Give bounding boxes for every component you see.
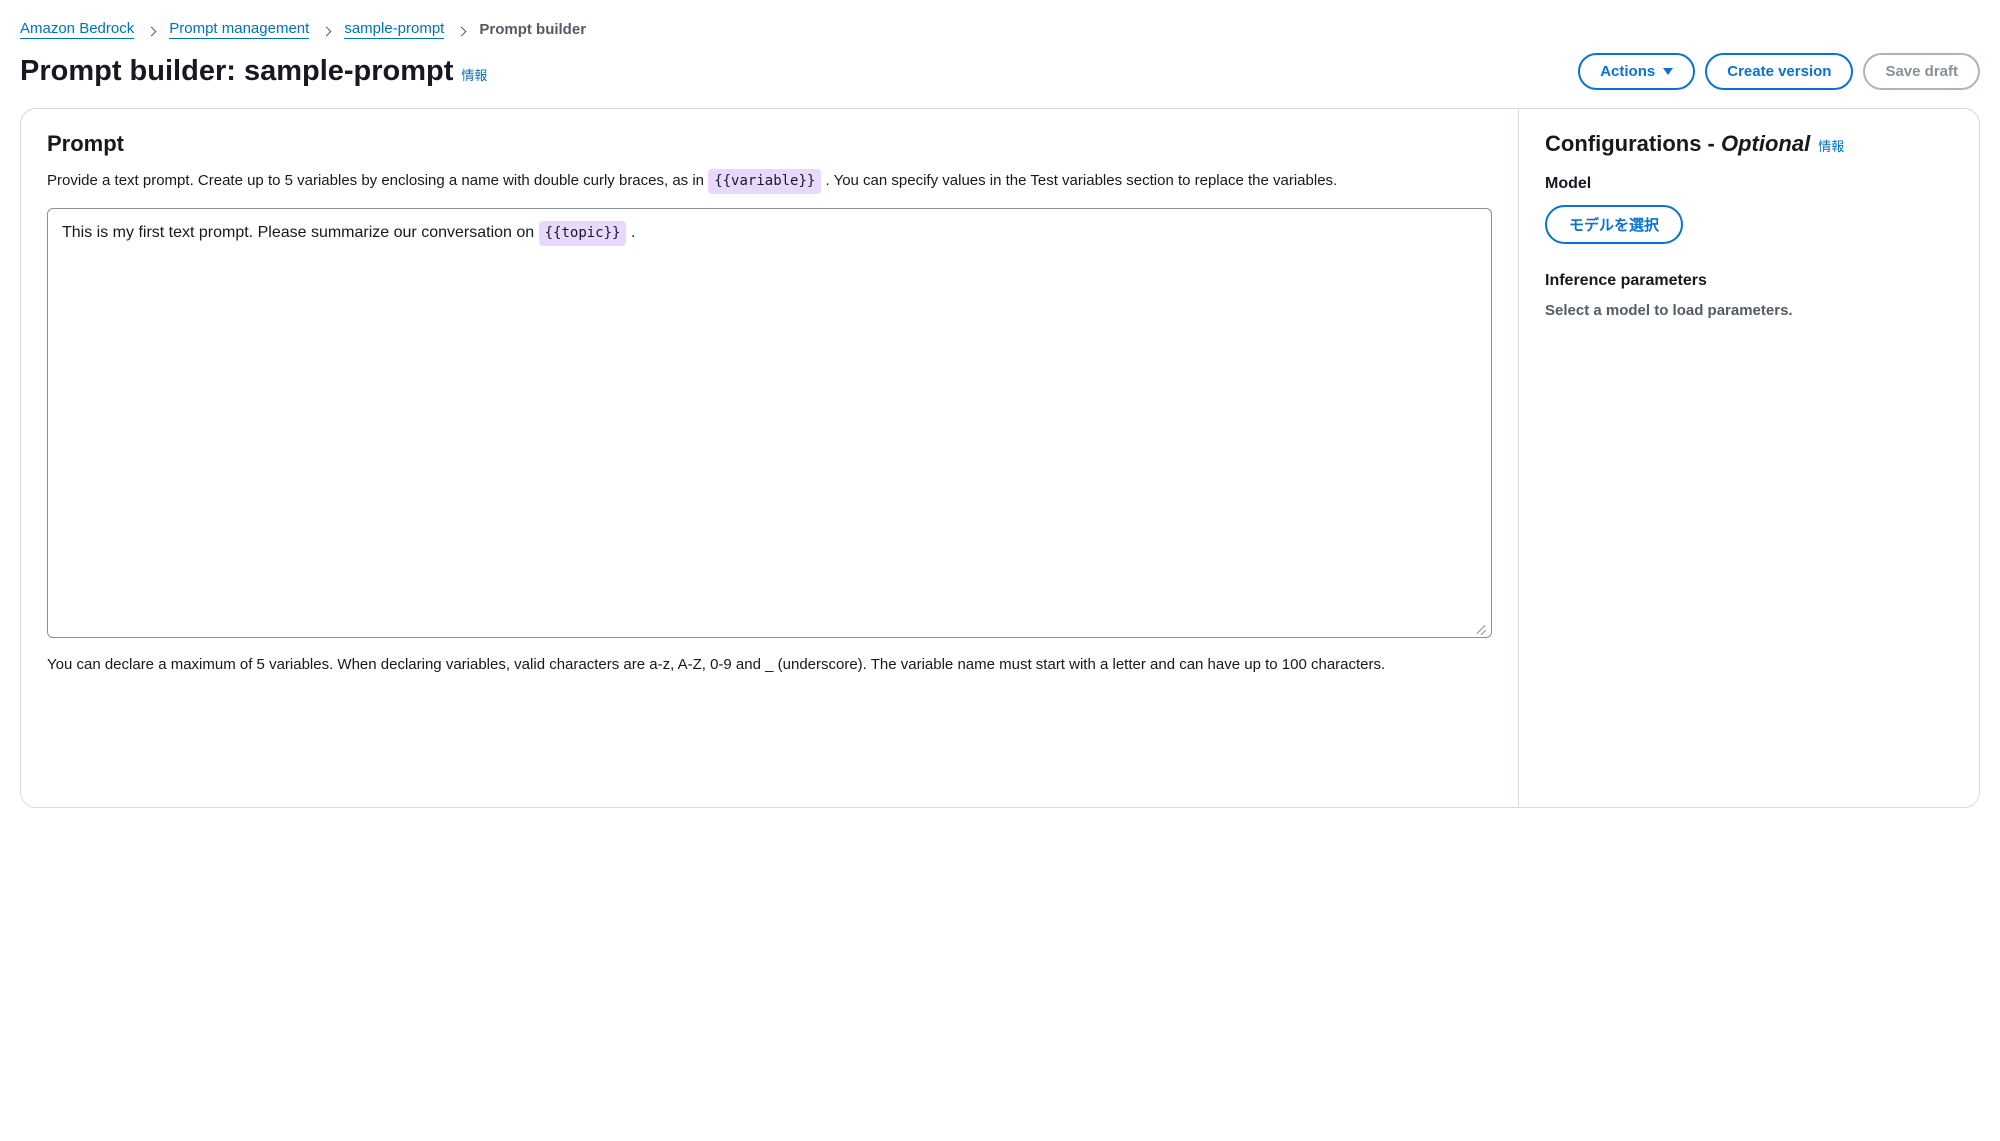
config-info-link[interactable]: 情報 (1818, 136, 1844, 155)
chevron-right-icon (458, 22, 465, 38)
prompt-textarea[interactable]: This is my first text prompt. Please sum… (47, 208, 1492, 638)
configurations-pane: Configurations - Optional 情報 Model モデルを選… (1519, 109, 1979, 807)
prompt-description: Provide a text prompt. Create up to 5 va… (47, 169, 1492, 194)
breadcrumb-link-bedrock[interactable]: Amazon Bedrock (20, 20, 134, 39)
resize-handle-icon[interactable] (1475, 621, 1487, 633)
create-version-button[interactable]: Create version (1705, 53, 1853, 90)
prompt-hint: You can declare a maximum of 5 variables… (47, 654, 1492, 677)
save-draft-button[interactable]: Save draft (1863, 53, 1980, 90)
header-actions: Actions Create version Save draft (1578, 53, 1980, 90)
chevron-right-icon (148, 22, 155, 38)
actions-label: Actions (1600, 63, 1655, 80)
model-heading: Model (1545, 175, 1953, 193)
breadcrumb: Amazon Bedrock Prompt management sample-… (20, 20, 1980, 39)
actions-dropdown-button[interactable]: Actions (1578, 53, 1695, 90)
prompt-section-title: Prompt (47, 131, 1492, 157)
prompt-pane: Prompt Provide a text prompt. Create up … (21, 109, 1519, 807)
caret-down-icon (1663, 68, 1673, 75)
breadcrumb-link-sample-prompt[interactable]: sample-prompt (344, 20, 444, 39)
configurations-title: Configurations - Optional (1545, 131, 1810, 157)
variable-topic-chip: {{topic}} (539, 221, 627, 246)
page-header: Prompt builder: sample-prompt 情報 Actions… (20, 53, 1980, 90)
chevron-right-icon (323, 22, 330, 38)
inference-params-heading: Inference parameters (1545, 272, 1953, 290)
info-link[interactable]: 情報 (461, 65, 487, 84)
breadcrumb-link-prompt-management[interactable]: Prompt management (169, 20, 309, 39)
select-model-button[interactable]: モデルを選択 (1545, 205, 1683, 244)
page-title: Prompt builder: sample-prompt (20, 55, 453, 88)
inference-params-message: Select a model to load parameters. (1545, 302, 1953, 319)
variable-example-chip: {{variable}} (708, 169, 821, 194)
main-panel: Prompt Provide a text prompt. Create up … (20, 108, 1980, 808)
breadcrumb-current: Prompt builder (479, 21, 586, 38)
